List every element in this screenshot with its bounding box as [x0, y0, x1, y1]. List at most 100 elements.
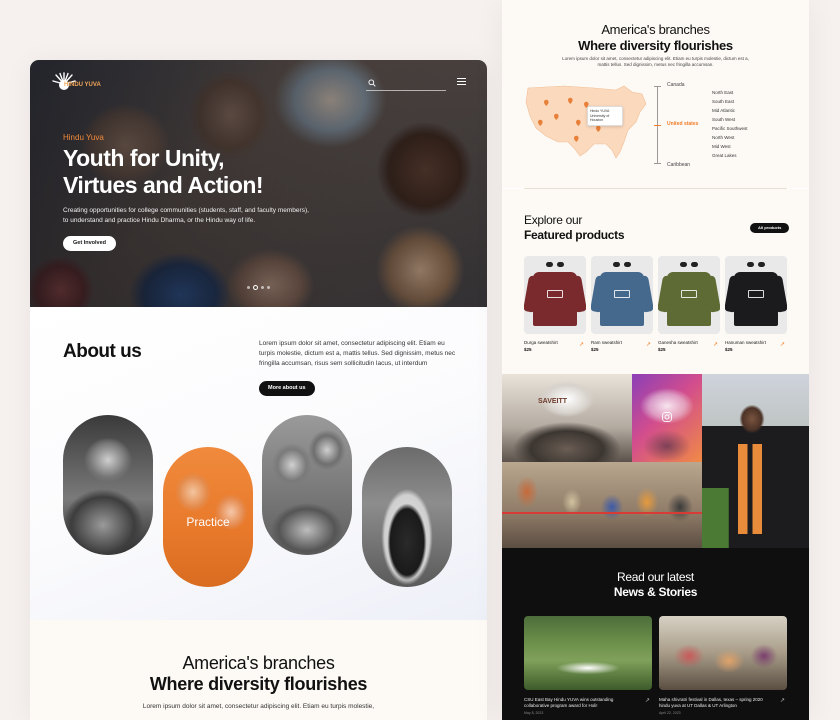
- hero-eyebrow: Hindu Yuva: [63, 133, 104, 142]
- carousel-dot[interactable]: [247, 286, 250, 289]
- product-card[interactable]: Durga sweatshirt $25 ↗: [524, 256, 586, 352]
- arrow-up-right-icon[interactable]: ↗: [645, 697, 650, 704]
- gallery-photo-graduate[interactable]: [702, 374, 809, 548]
- sweatshirt-icon: [734, 272, 778, 326]
- logo-text: HINDU YUVA: [64, 82, 101, 88]
- region-item[interactable]: Great Lakes: [712, 151, 748, 160]
- carousel-dot[interactable]: [267, 286, 270, 289]
- product-price: $25: [658, 347, 666, 352]
- product-name[interactable]: Hanuman sweatshirt: [725, 340, 787, 345]
- news-heading-light: Read our latest: [617, 570, 694, 584]
- about-photo-3: [262, 415, 352, 555]
- branches-map-section: America's branches Where diversity flour…: [502, 0, 809, 188]
- sweatshirt-icon: [533, 272, 577, 326]
- get-involved-button[interactable]: Get Involved: [63, 236, 117, 251]
- more-about-us-button[interactable]: More about us: [259, 381, 315, 396]
- region-item[interactable]: South West: [712, 115, 748, 124]
- landing-page-preview: HINDU YUVA Hindu Yuva Youth for Unity, Vi…: [30, 60, 487, 720]
- product-price: $25: [524, 347, 532, 352]
- map-tooltip: Hindu YUVA University of Houston: [587, 106, 623, 126]
- event-banner: SAVEITT: [538, 398, 568, 405]
- axis-label-united-states[interactable]: United states: [667, 121, 698, 127]
- news-heading-bold: News & Stories: [613, 585, 698, 599]
- news-image[interactable]: [659, 616, 787, 690]
- region-item[interactable]: North East: [712, 88, 748, 97]
- axis-tick-active: [654, 125, 661, 126]
- product-image[interactable]: [591, 256, 653, 334]
- news-title[interactable]: Maha shivratri festival in Dallas, texas…: [659, 697, 771, 709]
- arrow-up-right-icon[interactable]: ↗: [780, 341, 785, 348]
- hamburger-menu-icon[interactable]: [457, 78, 466, 86]
- branches-heading-bold: Where diversity flourishes: [578, 38, 733, 53]
- region-item[interactable]: Mid West: [712, 142, 748, 151]
- about-photo-practice[interactable]: Practice: [163, 447, 253, 587]
- branches-section: America's branches Where diversity flour…: [30, 620, 487, 720]
- product-card[interactable]: Ram sweatshirt $25 ↗: [591, 256, 653, 352]
- search-icon: [368, 79, 376, 87]
- region-item[interactable]: South East: [712, 97, 748, 106]
- arrow-up-right-icon[interactable]: ↗: [579, 341, 584, 348]
- region-item[interactable]: Pacific Southwest: [712, 124, 748, 133]
- hero-section: HINDU YUVA Hindu Yuva Youth for Unity, Vi…: [30, 60, 487, 307]
- axis-tick: [654, 86, 661, 87]
- instagram-icon[interactable]: [662, 412, 672, 422]
- gallery-photo-event[interactable]: SAVEITT: [502, 374, 632, 462]
- carousel-dots[interactable]: [247, 285, 270, 290]
- region-item[interactable]: Mid Atlantic: [712, 106, 748, 115]
- news-section: Read our latest News & Stories CSU East …: [502, 548, 809, 720]
- axis-label-canada[interactable]: Canada: [667, 82, 685, 88]
- hero-description: Creating opportunities for college commu…: [63, 207, 309, 224]
- sunglasses-icon: [546, 262, 564, 267]
- news-card[interactable]: CSU East Bay Hindu YUVA wins outstanding…: [524, 616, 652, 715]
- product-image[interactable]: [524, 256, 586, 334]
- product-price: $25: [591, 347, 599, 352]
- about-photo-1: [63, 415, 153, 555]
- about-section: About us Lorem ipsum dolor sit amet, con…: [30, 307, 487, 620]
- news-card[interactable]: Maha shivratri festival in Dallas, texas…: [659, 616, 787, 715]
- landing-page-continued: America's branches Where diversity flour…: [502, 0, 809, 720]
- carousel-dot[interactable]: [261, 286, 264, 289]
- search-input[interactable]: [366, 77, 446, 91]
- product-name[interactable]: Durga sweatshirt: [524, 340, 586, 345]
- news-date: April 22, 2023: [659, 711, 681, 715]
- hero-title: Youth for Unity, Virtues and Action!: [63, 145, 264, 198]
- sweatshirt-icon: [600, 272, 644, 326]
- product-image[interactable]: [658, 256, 720, 334]
- carousel-dot-active[interactable]: [253, 285, 258, 290]
- product-card[interactable]: Hanuman sweatshirt $25 ↗: [725, 256, 787, 352]
- sunglasses-icon: [680, 262, 698, 267]
- branches-heading-light: America's branches: [182, 653, 335, 673]
- branches-heading-light: America's branches: [601, 22, 710, 37]
- all-products-button[interactable]: All products: [750, 223, 790, 233]
- axis-label-caribbean[interactable]: Caribbean: [667, 162, 690, 168]
- instagram-gallery: SAVEITT: [502, 374, 809, 548]
- product-image[interactable]: [725, 256, 787, 334]
- branches-text: Lorem ipsum dolor sit amet, consectetur …: [562, 56, 749, 67]
- arrow-up-right-icon[interactable]: ↗: [713, 341, 718, 348]
- practice-label: Practice: [186, 515, 230, 529]
- branches-text: Lorem ipsum dolor sit amet, consectetur …: [142, 703, 375, 710]
- product-card[interactable]: Ganesha sweatshirt $25 ↗: [658, 256, 720, 352]
- about-text: Lorem ipsum dolor sit amet, consectetur …: [259, 340, 456, 367]
- products-section: Explore our Featured products All produc…: [502, 189, 809, 374]
- axis-tick: [654, 163, 661, 164]
- news-title[interactable]: CSU East Bay Hindu YUVA wins outstanding…: [524, 697, 636, 709]
- news-image[interactable]: [524, 616, 652, 690]
- products-heading-bold: Featured products: [524, 228, 625, 242]
- sweatshirt-icon: [667, 272, 711, 326]
- about-photo-4: [362, 447, 452, 587]
- region-list: North East South East Mid Atlantic South…: [712, 88, 748, 160]
- products-heading-light: Explore our: [524, 213, 583, 227]
- sunglasses-icon: [613, 262, 631, 267]
- region-item[interactable]: North West: [712, 133, 748, 142]
- gallery-photo-ribbon-cutting[interactable]: [502, 462, 702, 548]
- about-title: About us: [63, 341, 142, 362]
- branches-heading-bold: Where diversity flourishes: [149, 674, 368, 694]
- arrow-up-right-icon[interactable]: ↗: [780, 697, 785, 704]
- sunglasses-icon: [747, 262, 765, 267]
- news-date: May 8, 2023: [524, 711, 544, 715]
- product-price: $25: [725, 347, 733, 352]
- product-name[interactable]: Ram sweatshirt: [591, 340, 653, 345]
- product-name[interactable]: Ganesha sweatshirt: [658, 340, 720, 345]
- arrow-up-right-icon[interactable]: ↗: [646, 341, 651, 348]
